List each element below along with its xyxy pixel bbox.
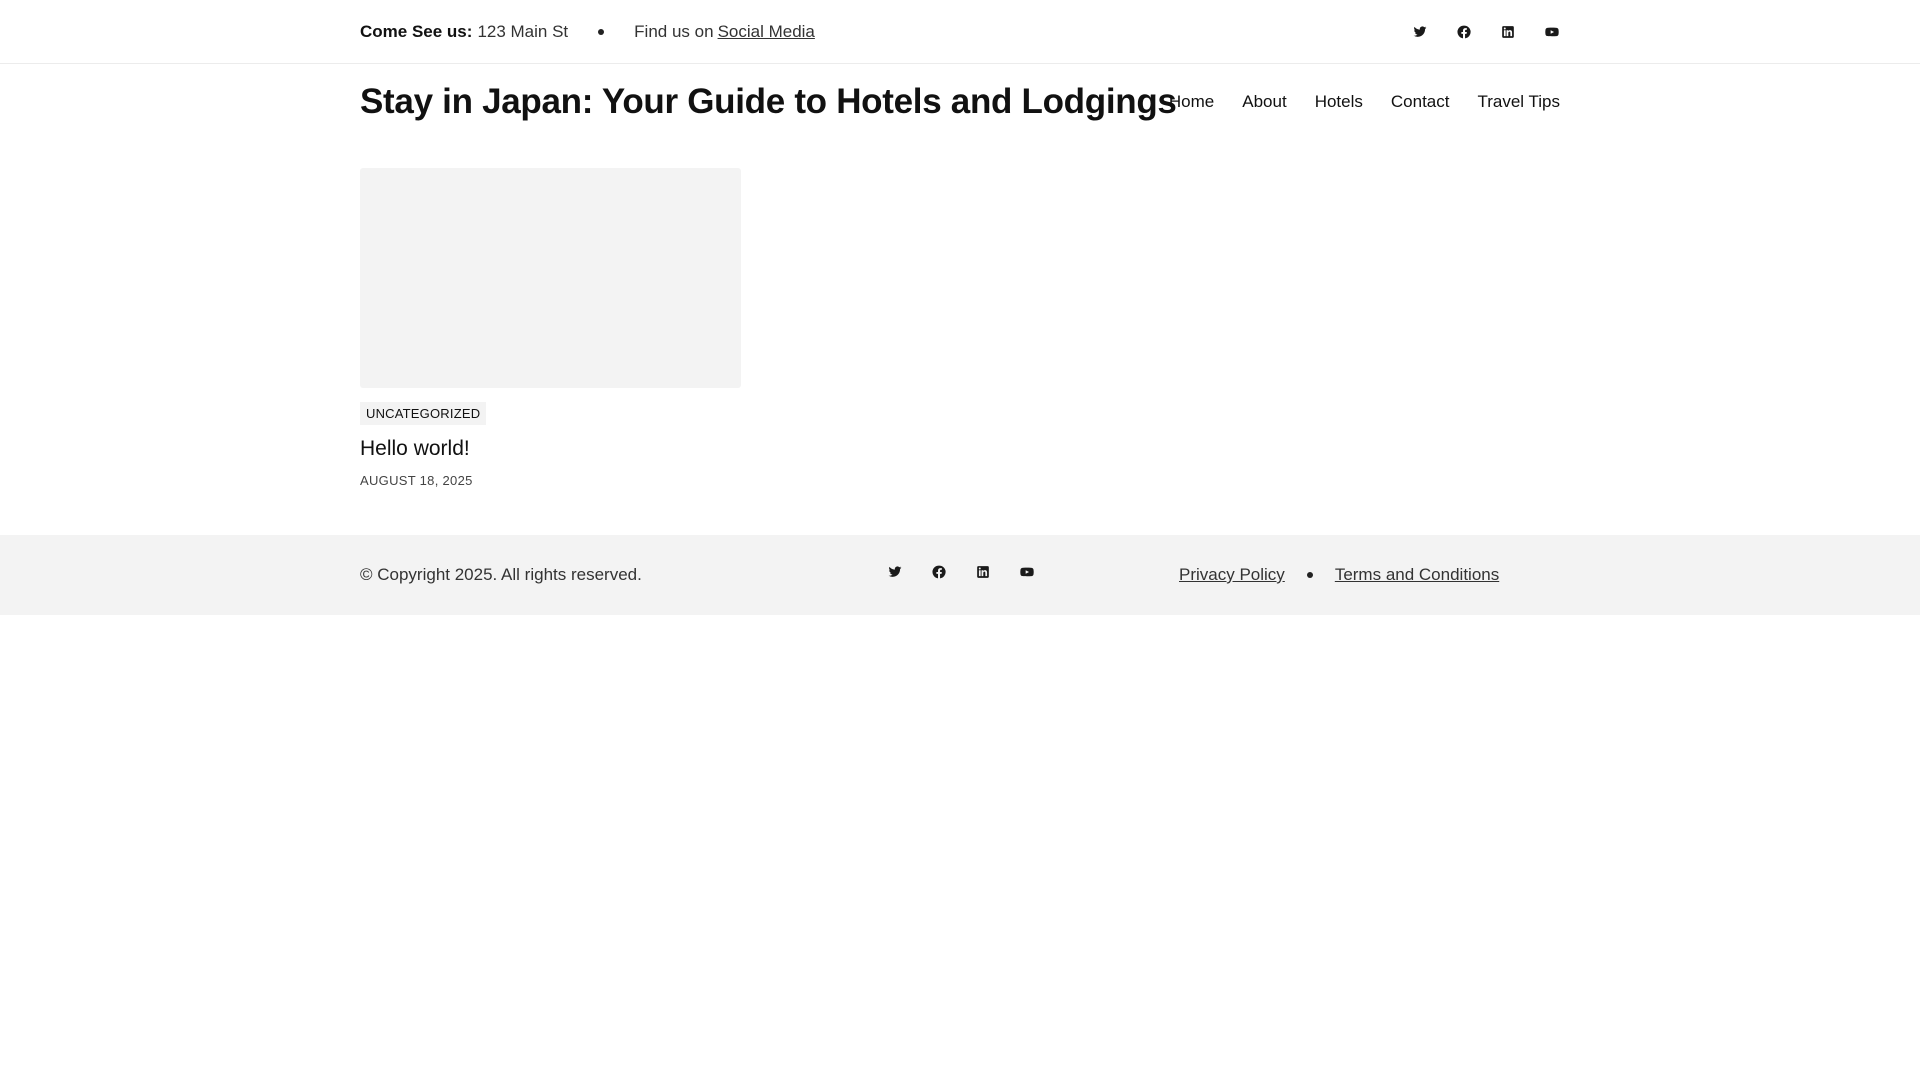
contact-label: Come See us: bbox=[360, 22, 473, 41]
nav-item-contact[interactable]: Contact bbox=[1391, 92, 1450, 112]
post-title[interactable]: Hello world! bbox=[360, 437, 741, 461]
site-header: Stay in Japan: Your Guide to Hotels and … bbox=[0, 64, 1920, 144]
footer-links: Privacy Policy Terms and Conditions bbox=[1179, 535, 1499, 615]
site-title[interactable]: Stay in Japan: Your Guide to Hotels and … bbox=[360, 82, 1177, 122]
youtube-icon[interactable] bbox=[1019, 564, 1035, 580]
nav-item-hotels[interactable]: Hotels bbox=[1315, 92, 1363, 112]
twitter-icon[interactable] bbox=[1412, 24, 1428, 40]
nav-item-about[interactable]: About bbox=[1242, 92, 1286, 112]
youtube-icon[interactable] bbox=[1544, 24, 1560, 40]
facebook-icon[interactable] bbox=[1456, 24, 1472, 40]
separator-dot bbox=[1306, 572, 1313, 578]
post-category-tag[interactable]: UNCATEGORIZED bbox=[360, 402, 487, 425]
terms-link[interactable]: Terms and Conditions bbox=[1335, 565, 1499, 585]
post-card: UNCATEGORIZED Hello world! AUGUST 18, 20… bbox=[360, 168, 741, 488]
post-date: AUGUST 18, 2025 bbox=[360, 473, 473, 488]
top-social-links bbox=[1412, 0, 1560, 64]
linkedin-icon[interactable] bbox=[1500, 24, 1516, 40]
nav-item-home[interactable]: Home bbox=[1169, 92, 1214, 112]
twitter-icon[interactable] bbox=[887, 564, 903, 580]
find-us-text: Find us on bbox=[634, 22, 714, 41]
contact-info: Come See us: 123 Main St Find us on Soci… bbox=[360, 0, 815, 64]
privacy-policy-link[interactable]: Privacy Policy bbox=[1179, 565, 1285, 585]
primary-navigation: Home About Hotels Contact Travel Tips bbox=[1169, 92, 1560, 112]
facebook-icon[interactable] bbox=[931, 564, 947, 580]
site-footer: © Copyright 2025. All rights reserved. P… bbox=[0, 535, 1920, 615]
main-content: UNCATEGORIZED Hello world! AUGUST 18, 20… bbox=[0, 144, 1920, 535]
contact-address: 123 Main St bbox=[477, 22, 569, 41]
nav-item-travel-tips[interactable]: Travel Tips bbox=[1477, 92, 1560, 112]
copyright-text: © Copyright 2025. All rights reserved. bbox=[360, 565, 642, 584]
separator-dot bbox=[598, 29, 605, 35]
footer-social-links bbox=[887, 535, 1035, 609]
social-media-link[interactable]: Social Media bbox=[718, 22, 815, 42]
top-bar: Come See us: 123 Main St Find us on Soci… bbox=[0, 0, 1920, 64]
linkedin-icon[interactable] bbox=[975, 564, 991, 580]
post-thumbnail[interactable] bbox=[360, 168, 741, 388]
